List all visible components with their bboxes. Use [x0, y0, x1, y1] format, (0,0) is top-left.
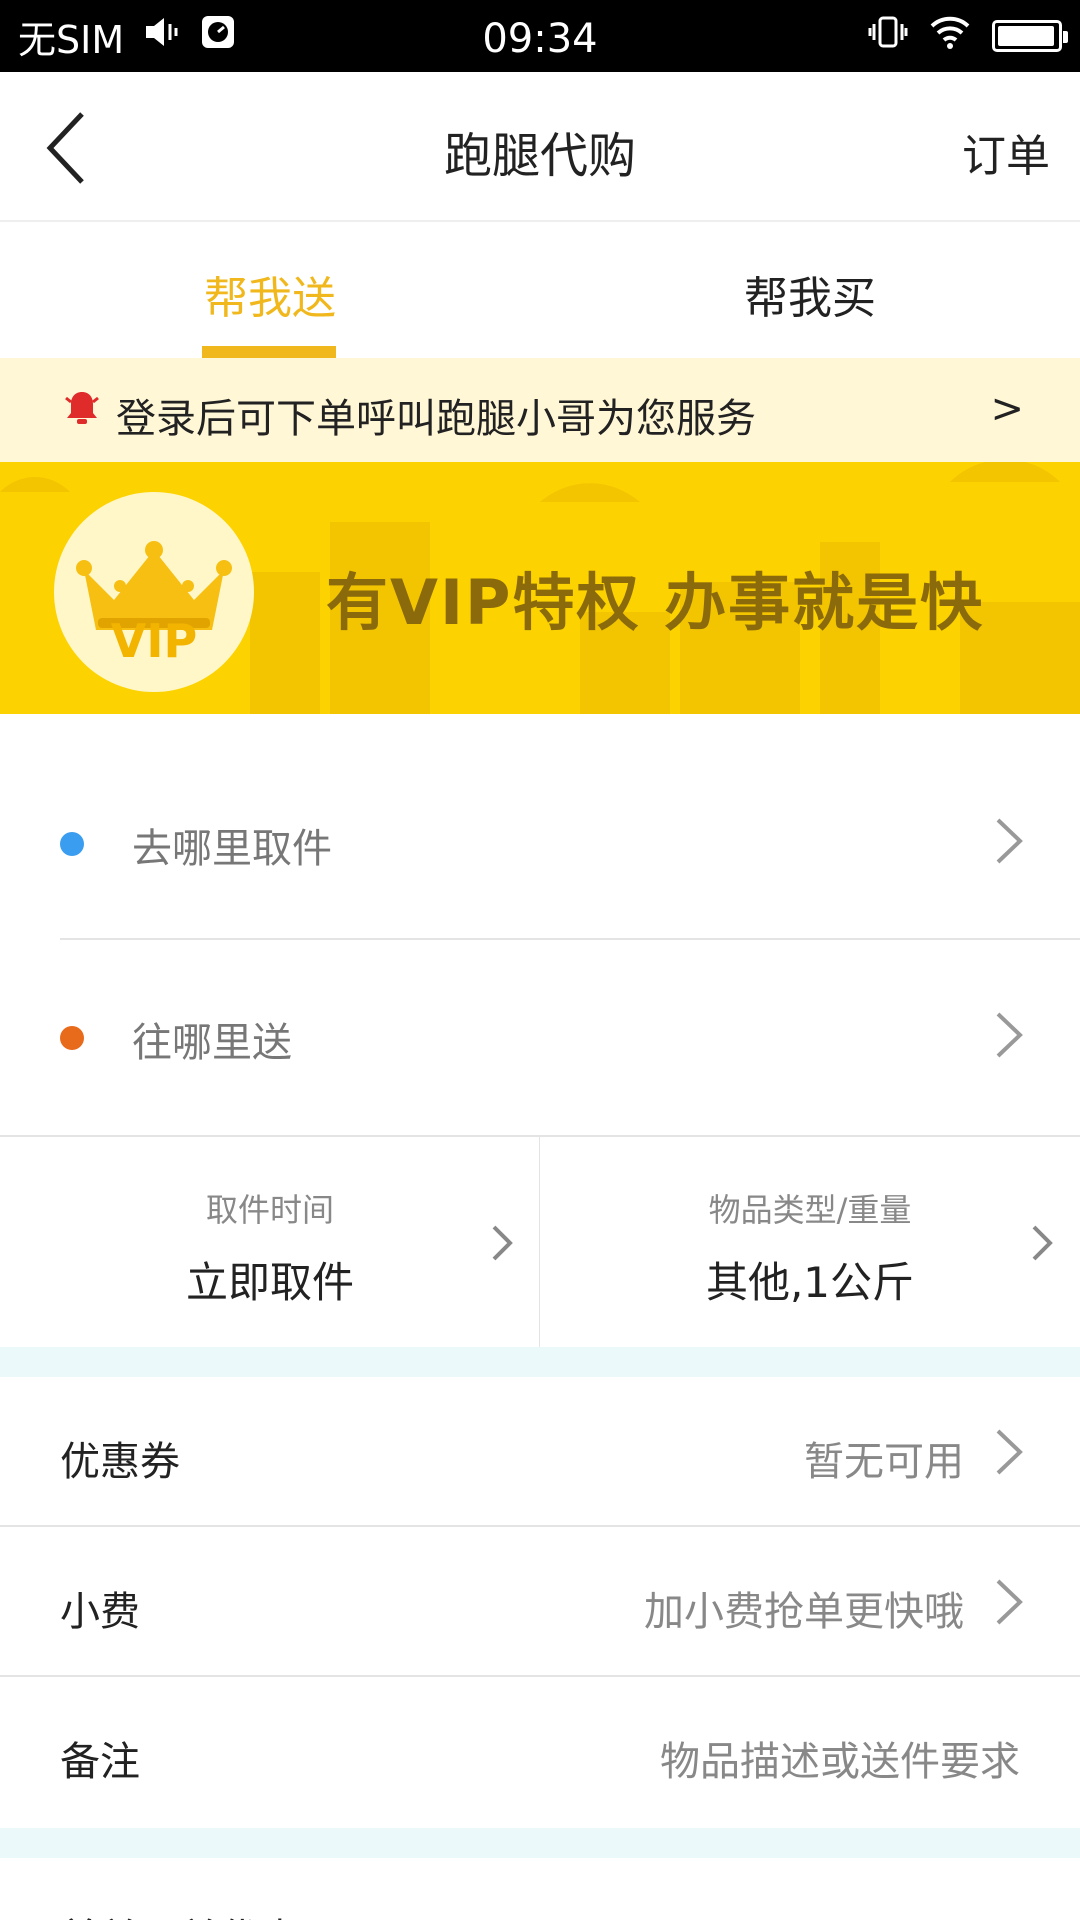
first-order-discount-row[interactable]: 首单下单优惠	[0, 1858, 1080, 1920]
notice-text: 登录后可下单呼叫跑腿小哥为您服务	[116, 396, 756, 442]
coupon-label: 优惠券	[60, 1439, 180, 1485]
orders-link[interactable]: 订单	[962, 120, 1050, 184]
vip-banner[interactable]: VIP 有VIP特权 办事就是快	[0, 462, 1080, 714]
first-order-discount-label: 首单下单优惠	[60, 1906, 300, 1920]
pickup-time-value: 立即取件	[185, 1258, 354, 1307]
section-gap	[0, 1828, 1080, 1858]
item-type-value: 其他,1公斤	[705, 1258, 915, 1307]
pickup-label: 去哪里取件	[132, 826, 332, 872]
alarm-bell-icon	[62, 388, 102, 438]
tip-value: 加小费抢单更快哦	[644, 1589, 964, 1635]
dropoff-dot-icon	[60, 1026, 84, 1050]
chevron-right-icon	[1032, 1225, 1053, 1261]
coupon-value: 暂无可用	[804, 1439, 964, 1485]
top-nav-bar: 跑腿代购 订单	[0, 72, 1080, 222]
chevron-right-icon	[996, 1012, 1023, 1058]
battery-icon	[992, 20, 1068, 52]
tip-label: 小费	[60, 1589, 140, 1635]
status-bar: 无SIM 09:34	[0, 0, 1080, 72]
page-title: 跑腿代购	[443, 128, 636, 184]
chevron-right-icon	[996, 818, 1023, 864]
pickup-address-row[interactable]: 去哪里取件	[0, 746, 1080, 940]
tip-row[interactable]: 小费 加小费抢单更快哦	[0, 1527, 1080, 1677]
tab-help-buy[interactable]: 帮我买	[540, 262, 1080, 326]
tab-help-send[interactable]: 帮我送	[0, 262, 540, 326]
section-gap	[0, 1347, 1080, 1377]
note-row[interactable]: 备注 物品描述或送件要求	[0, 1677, 1080, 1827]
vibrate-icon	[868, 14, 908, 59]
pickup-dot-icon	[60, 832, 84, 856]
vip-slogan: 有VIP特权 办事就是快	[326, 566, 985, 639]
item-type-caption: 物品类型/重量	[708, 1191, 912, 1229]
dropoff-address-row[interactable]: 往哪里送	[0, 940, 1080, 1134]
chevron-right-icon	[996, 1579, 1023, 1625]
active-tab-indicator	[202, 346, 336, 358]
note-label: 备注	[60, 1739, 140, 1785]
pickup-time-selector[interactable]: 取件时间 立即取件	[0, 1135, 540, 1347]
notice-arrow: >	[990, 386, 1024, 432]
dropoff-label: 往哪里送	[132, 1020, 292, 1066]
chevron-right-icon	[492, 1225, 513, 1261]
vip-badge-label: VIP	[110, 614, 198, 668]
note-input[interactable]: 物品描述或送件要求	[660, 1729, 1020, 1787]
coupon-row[interactable]: 优惠券 暂无可用	[0, 1377, 1080, 1527]
login-notice[interactable]: 登录后可下单呼叫跑腿小哥为您服务 >	[0, 358, 1080, 462]
tab-bar: 帮我送 帮我买	[0, 222, 1080, 358]
wifi-icon	[928, 14, 972, 59]
pickup-time-caption: 取件时间	[205, 1191, 334, 1229]
item-type-selector[interactable]: 物品类型/重量 其他,1公斤	[540, 1135, 1080, 1347]
chevron-right-icon	[996, 1429, 1023, 1475]
